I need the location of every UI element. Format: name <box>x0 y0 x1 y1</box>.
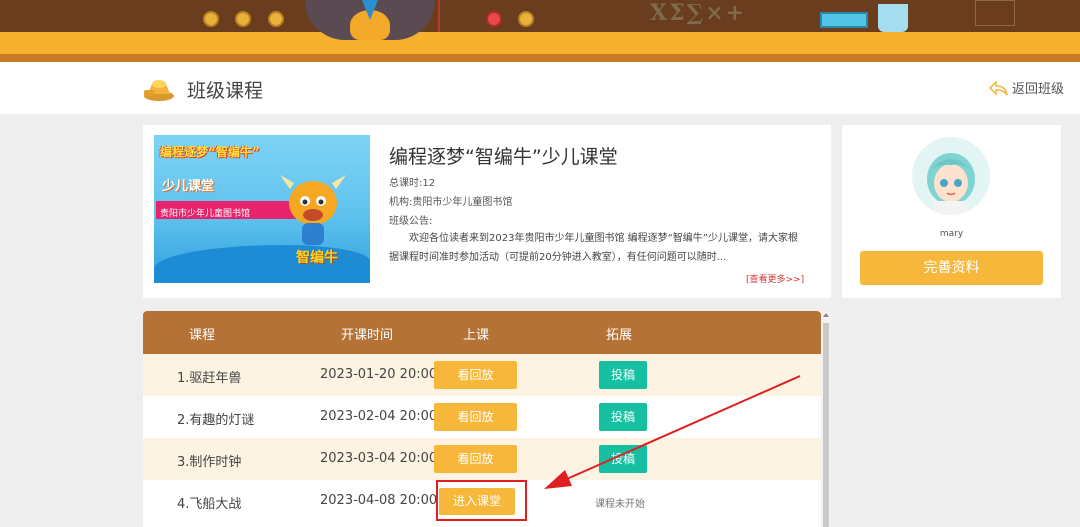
annotation-highlight-box <box>436 480 527 521</box>
submit-work-button[interactable]: 投稿 <box>599 361 647 389</box>
column-header-extension: 拓展 <box>606 328 633 343</box>
table-row: 2.有趣的灯谜 2023-02-04 20:00 看回放 投稿 <box>143 396 821 438</box>
course-total-hours: 总课时:12 <box>389 178 436 189</box>
poster-ribbon: 贵阳市少年儿童图书馆 <box>156 201 296 219</box>
banner-book-icon <box>820 12 868 28</box>
watch-replay-button[interactable]: 看回放 <box>434 361 517 389</box>
top-banner: XΣ∑×+ <box>0 0 1080 62</box>
course-title: 编程逐梦“智编牛”少儿课堂 <box>389 146 618 168</box>
banner-ornament-icon <box>203 11 219 27</box>
banner-dot-icon <box>518 11 534 27</box>
poster-logo: 智编牛 <box>296 250 338 266</box>
table-row: 3.制作时钟 2023-03-04 20:00 看回放 投稿 <box>143 438 821 480</box>
lesson-name: 1.驱赶年兽 <box>177 371 242 386</box>
banner-chalk-doodle: XΣ∑×+ <box>650 0 747 26</box>
notice-text: 欢迎各位读者来到2023年贵阳市少年儿童图书馆 编程逐梦“智编牛”少儿课堂，请大… <box>389 233 798 263</box>
banner-star-icon <box>235 11 251 27</box>
banner-pencil-cup-icon <box>878 4 908 32</box>
table-header: 课程 开课时间 上课 拓展 <box>143 311 821 354</box>
table-row: 1.驱赶年兽 2023-01-20 20:00 看回放 投稿 <box>143 354 821 396</box>
watch-replay-button[interactable]: 看回放 <box>434 403 517 431</box>
lesson-name: 3.制作时钟 <box>177 455 242 470</box>
gold-ingot-icon <box>144 80 174 101</box>
banner-divider <box>438 0 440 32</box>
submit-work-button[interactable]: 投稿 <box>599 445 647 473</box>
column-header-start-time: 开课时间 <box>341 328 394 343</box>
lesson-time: 2023-04-08 20:00 <box>320 493 438 508</box>
poster-subtitle-line: 少儿课堂 <box>162 179 215 194</box>
page-header: 班级课程 返回班级 <box>0 62 1080 114</box>
back-to-class-label: 返回班级 <box>1012 82 1065 97</box>
column-header-class: 上课 <box>463 328 490 343</box>
table-scrollbar[interactable] <box>821 311 831 527</box>
scrollbar-thumb[interactable] <box>823 323 829 527</box>
course-not-started-status: 课程未开始 <box>595 499 645 510</box>
course-poster-image: 编程逐梦“智编牛” 少儿课堂 贵阳市少年儿童图书馆 智编牛 <box>154 135 370 283</box>
banner-heart-icon <box>486 11 502 27</box>
banner-dark-band <box>0 0 1080 32</box>
lesson-name: 4.飞船大战 <box>177 497 242 512</box>
lesson-name: 2.有趣的灯谜 <box>177 413 255 428</box>
banner-grid-doodle <box>975 0 1015 26</box>
poster-title-line: 编程逐梦“智编牛” <box>160 145 260 159</box>
watch-replay-button[interactable]: 看回放 <box>434 445 517 473</box>
scroll-up-icon[interactable] <box>823 313 829 317</box>
lesson-time: 2023-02-04 20:00 <box>320 409 438 424</box>
lesson-time: 2023-01-20 20:00 <box>320 367 438 382</box>
view-more-link[interactable]: [查看更多>>] <box>746 272 804 285</box>
notice-label: 班级公告: <box>389 216 433 227</box>
course-organization: 机构:贵阳市少年儿童图书馆 <box>389 197 513 208</box>
avatar[interactable] <box>912 137 990 215</box>
profile-card: mary 完善资料 <box>842 125 1061 298</box>
banner-mascot-image <box>305 0 435 40</box>
column-header-course: 课程 <box>189 328 216 343</box>
bull-mascot-icon <box>280 175 346 245</box>
username: mary <box>939 229 964 239</box>
course-info-card: 编程逐梦“智编牛” 少儿课堂 贵阳市少年儿童图书馆 智编牛 编程逐梦“智编牛”少… <box>143 125 831 298</box>
submit-work-button[interactable]: 投稿 <box>599 403 647 431</box>
banner-stripe <box>0 54 1080 62</box>
complete-profile-button[interactable]: 完善资料 <box>860 251 1043 285</box>
lesson-time: 2023-03-04 20:00 <box>320 451 438 466</box>
banner-pencil-icon <box>268 11 284 27</box>
back-to-class-link[interactable]: 返回班级 <box>988 78 1064 97</box>
return-arrow-icon <box>988 79 1008 96</box>
page-title: 班级课程 <box>187 80 264 102</box>
